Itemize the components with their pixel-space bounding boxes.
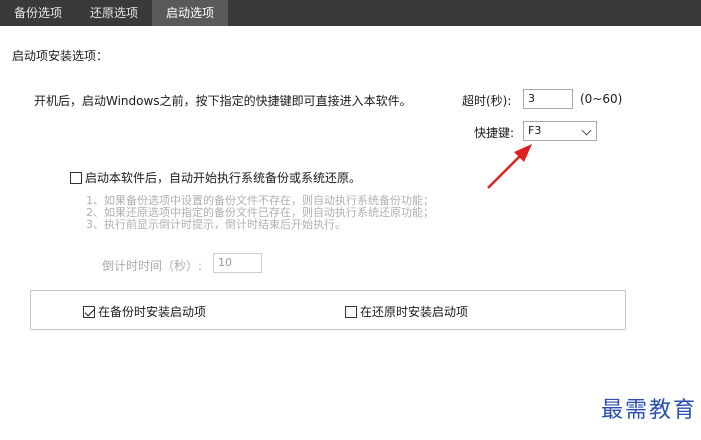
auto-exec-label: 启动本软件后，自动开始执行系统备份或系统还原。 xyxy=(85,171,362,185)
description-text: 开机后，启动Windows之前，按下指定的快捷键即可直接进入本软件。 xyxy=(34,94,412,108)
auto-exec-checkbox-box[interactable] xyxy=(70,172,82,184)
install-on-restore-checkbox[interactable]: 在还原时安装启动项 xyxy=(345,303,468,320)
countdown-input[interactable]: 10 xyxy=(213,253,262,273)
chevron-down-icon xyxy=(581,125,592,136)
note-3: 3、执行前显示倒计时提示，倒计时结束后开始执行。 xyxy=(86,218,346,231)
timeout-input[interactable]: 3 xyxy=(523,89,573,109)
countdown-label: 倒计时时间（秒）: xyxy=(102,259,203,273)
install-options-group: 在备份时安装启动项 在还原时安装启动项 xyxy=(30,290,626,330)
install-on-restore-checkbox-box[interactable] xyxy=(345,306,357,318)
install-on-restore-label: 在还原时安装启动项 xyxy=(360,305,469,319)
startup-options-panel: 启动项安装选项： 开机后，启动Windows之前，按下指定的快捷键即可直接进入本… xyxy=(0,26,701,440)
tab-startup-options[interactable]: 启动选项 xyxy=(152,0,228,26)
timeout-range: (0~60) xyxy=(580,92,623,106)
hotkey-value: F3 xyxy=(528,124,542,137)
install-on-backup-checkbox-box[interactable] xyxy=(83,306,95,318)
auto-exec-checkbox[interactable]: 启动本软件后，自动开始执行系统备份或系统还原。 xyxy=(70,169,361,186)
tab-restore-options[interactable]: 还原选项 xyxy=(76,0,152,26)
red-arrow-annotation xyxy=(487,144,532,189)
tab-backup-options[interactable]: 备份选项 xyxy=(0,0,76,26)
timeout-label: 超时(秒): xyxy=(462,94,512,108)
watermark-logo: 最需教育 xyxy=(600,398,697,423)
install-on-backup-checkbox[interactable]: 在备份时安装启动项 xyxy=(83,303,206,320)
install-on-backup-label: 在备份时安装启动项 xyxy=(98,305,207,319)
tab-bar: 备份选项 还原选项 启动选项 xyxy=(0,0,701,26)
section-title: 启动项安装选项： xyxy=(12,49,109,63)
arrow-shaft xyxy=(487,151,525,189)
